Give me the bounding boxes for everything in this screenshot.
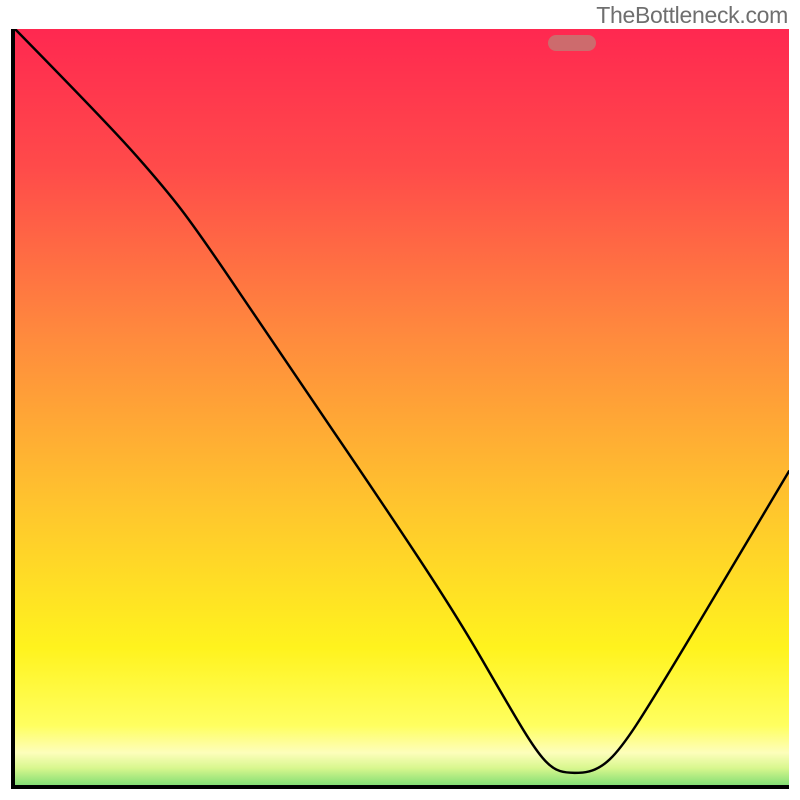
optimal-marker xyxy=(548,35,596,51)
bottleneck-curve xyxy=(15,29,789,785)
chart-container: TheBottleneck.com xyxy=(0,0,800,800)
plot-area xyxy=(15,29,789,785)
attribution-label: TheBottleneck.com xyxy=(596,2,788,29)
